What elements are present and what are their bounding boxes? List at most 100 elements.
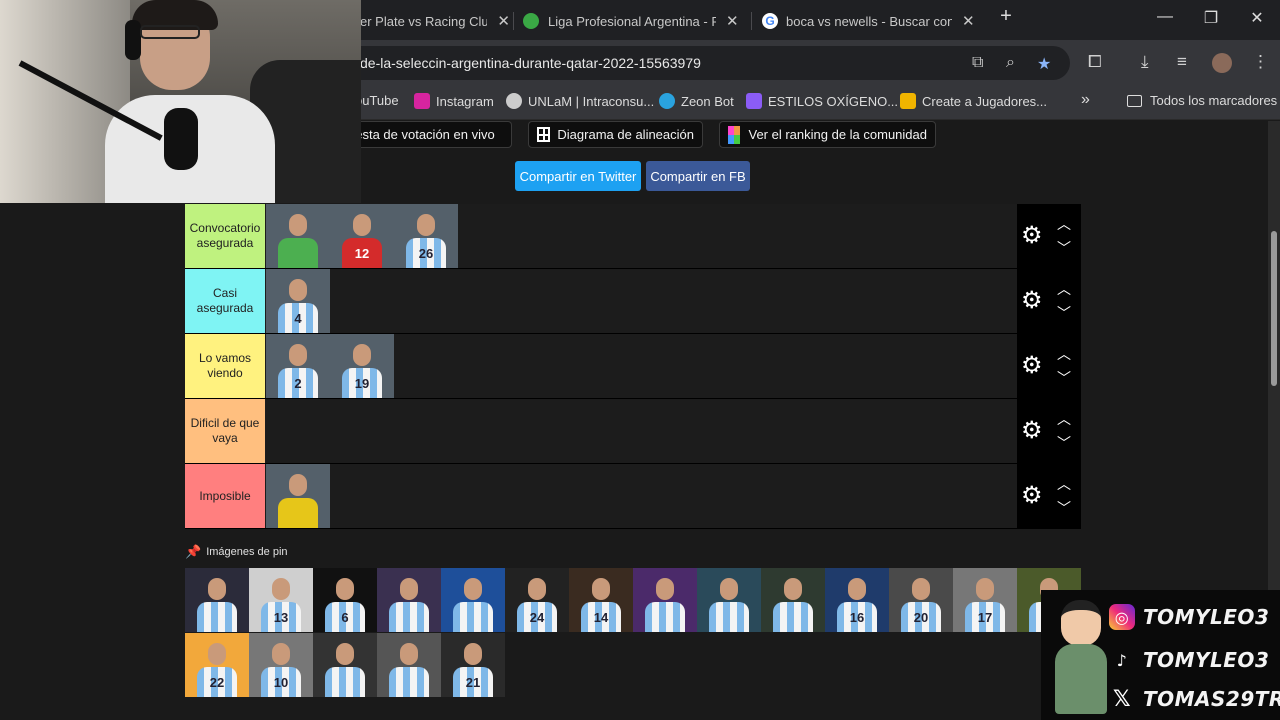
tier-items[interactable]: 12 26 xyxy=(266,204,458,268)
gear-icon[interactable]: ⚙ xyxy=(1021,354,1043,378)
player-card[interactable]: 10 xyxy=(249,633,313,697)
bookmarks-overflow-button[interactable]: » xyxy=(1081,91,1090,109)
player-card[interactable] xyxy=(761,568,825,632)
player-card[interactable] xyxy=(633,568,697,632)
player-head xyxy=(400,643,418,665)
omnibox[interactable]: de-la-seleccin-argentina-durante-qatar-2… xyxy=(300,46,1070,80)
tab-liga-profesional[interactable]: Liga Profesional Argentina - PO ✕ xyxy=(523,6,748,36)
tab-close-icon[interactable]: ✕ xyxy=(726,12,739,30)
close-window-button[interactable]: ✕ xyxy=(1242,8,1272,28)
player-card[interactable] xyxy=(441,568,505,632)
player-jersey xyxy=(278,498,318,528)
bookmark-zeon-bot[interactable]: Zeon Bot xyxy=(659,93,734,109)
tab-google-search[interactable]: G boca vs newells - Buscar con Go ✕ xyxy=(762,6,982,36)
chevron-up-icon[interactable]: ︿ xyxy=(1057,214,1071,234)
player-card[interactable] xyxy=(185,568,249,632)
social-overlay: ◎ TOMYLEO3 ♪ TOMYLEO3 𝕏 TOMAS29TR xyxy=(1041,590,1280,720)
player-card[interactable] xyxy=(697,568,761,632)
player-card[interactable] xyxy=(377,568,441,632)
minimize-button[interactable]: — xyxy=(1150,8,1180,26)
bookmark-youtube[interactable]: ouTube xyxy=(355,93,399,108)
tab-title: boca vs newells - Buscar con Go xyxy=(786,13,952,29)
download-icon[interactable]: ⤓ xyxy=(1141,52,1149,72)
player-head xyxy=(592,578,610,600)
player-card[interactable]: 24 xyxy=(505,568,569,632)
tier-controls: ⚙ ︿ ﹀ xyxy=(1017,334,1081,398)
player-jersey xyxy=(453,602,493,632)
jersey-number: 17 xyxy=(977,610,993,625)
community-ranking-button[interactable]: Ver el ranking de la comunidad xyxy=(719,121,936,148)
tier-label[interactable]: Imposible xyxy=(185,464,265,528)
player-card[interactable] xyxy=(266,464,330,528)
player-card[interactable]: 13 xyxy=(249,568,313,632)
player-card[interactable] xyxy=(377,633,441,697)
all-bookmarks-button[interactable]: Todos los marcadores xyxy=(1127,93,1277,108)
bookmark-estilos[interactable]: ESTILOS OXÍGENO... xyxy=(746,93,898,109)
chevron-down-icon[interactable]: ﹀ xyxy=(1057,498,1071,518)
player-card[interactable]: 4 xyxy=(266,269,330,333)
gear-icon[interactable]: ⚙ xyxy=(1021,224,1043,248)
tier-controls: ⚙ ︿ ﹀ xyxy=(1017,269,1081,333)
restore-button[interactable]: ❐ xyxy=(1196,8,1226,28)
bookmark-unlam[interactable]: UNLaM | Intraconsu... xyxy=(506,93,654,109)
player-card[interactable] xyxy=(313,633,377,697)
tier-label[interactable]: Lo vamos viendo xyxy=(185,334,265,398)
player-card[interactable]: 20 xyxy=(889,568,953,632)
gear-icon[interactable]: ⚙ xyxy=(1021,289,1043,313)
menu-icon[interactable]: ⋮ xyxy=(1252,52,1269,72)
player-card[interactable]: 21 xyxy=(441,633,505,697)
chevron-up-icon[interactable]: ︿ xyxy=(1057,409,1071,429)
tab-close-icon[interactable]: ✕ xyxy=(497,12,510,30)
tab-river-racing[interactable]: er Plate vs Racing Club ✕ xyxy=(360,6,510,36)
media-icon[interactable]: ≡ xyxy=(1177,52,1187,72)
share-twitter-button[interactable]: Compartir en Twitter xyxy=(515,161,641,191)
share-facebook-button[interactable]: Compartir en FB xyxy=(646,161,750,191)
player-card[interactable]: 26 xyxy=(394,204,458,268)
player-head xyxy=(464,643,482,665)
tier-label[interactable]: Casi asegurada xyxy=(185,269,265,333)
instagram-icon xyxy=(414,93,430,109)
gear-icon[interactable]: ⚙ xyxy=(1021,419,1043,443)
lineup-diagram-button[interactable]: Diagrama de alineación xyxy=(528,121,703,148)
url-text[interactable]: de-la-seleccin-argentina-durante-qatar-2… xyxy=(360,55,701,71)
tier-items[interactable]: 4 xyxy=(266,269,330,333)
tier-items[interactable] xyxy=(266,464,330,528)
translate-icon[interactable]: ⧉ xyxy=(972,54,983,72)
zoom-icon[interactable]: ⌕ xyxy=(1006,54,1015,72)
jersey-number: 24 xyxy=(529,610,545,625)
player-card[interactable]: 17 xyxy=(953,568,1017,632)
new-tab-button[interactable]: + xyxy=(991,5,1021,28)
player-card[interactable]: 12 xyxy=(330,204,394,268)
player-card[interactable]: 14 xyxy=(569,568,633,632)
tier-label[interactable]: Convocatorio asegurada xyxy=(185,204,265,268)
tab-separator xyxy=(513,12,514,30)
jersey-number: 20 xyxy=(913,610,929,625)
extensions-icon[interactable]: ⧠ xyxy=(1088,52,1102,72)
chevron-down-icon[interactable]: ﹀ xyxy=(1057,433,1071,453)
player-card[interactable]: 2 xyxy=(266,334,330,398)
bookmark-star-icon[interactable]: ★ xyxy=(1037,54,1051,74)
chevron-up-icon[interactable]: ︿ xyxy=(1057,344,1071,364)
player-card[interactable]: 22 xyxy=(185,633,249,697)
jersey-number: 4 xyxy=(294,311,302,326)
chevron-down-icon[interactable]: ﹀ xyxy=(1057,368,1071,388)
player-card[interactable] xyxy=(266,204,330,268)
profile-avatar[interactable] xyxy=(1212,53,1232,73)
tier-items[interactable]: 2 19 xyxy=(266,334,394,398)
player-card[interactable]: 19 xyxy=(330,334,394,398)
tab-close-icon[interactable]: ✕ xyxy=(962,12,975,30)
chevron-up-icon[interactable]: ︿ xyxy=(1057,279,1071,299)
scrollbar-thumb[interactable] xyxy=(1271,231,1277,386)
bookmark-instagram[interactable]: Instagram xyxy=(414,93,494,109)
tiktok-handle: TOMYLEO3 xyxy=(1143,648,1270,672)
chevron-down-icon[interactable]: ﹀ xyxy=(1057,303,1071,323)
gear-icon[interactable]: ⚙ xyxy=(1021,484,1043,508)
player-card[interactable]: 6 xyxy=(313,568,377,632)
player-head xyxy=(272,643,290,665)
chevron-down-icon[interactable]: ﹀ xyxy=(1057,238,1071,258)
chevron-up-icon[interactable]: ︿ xyxy=(1057,474,1071,494)
live-vote-button[interactable]: uesta de votación en vivo xyxy=(340,121,512,148)
player-card[interactable]: 16 xyxy=(825,568,889,632)
bookmark-create-jugadores[interactable]: Create a Jugadores... xyxy=(900,93,1047,109)
tier-label[interactable]: Dificil de que vaya xyxy=(185,399,265,463)
